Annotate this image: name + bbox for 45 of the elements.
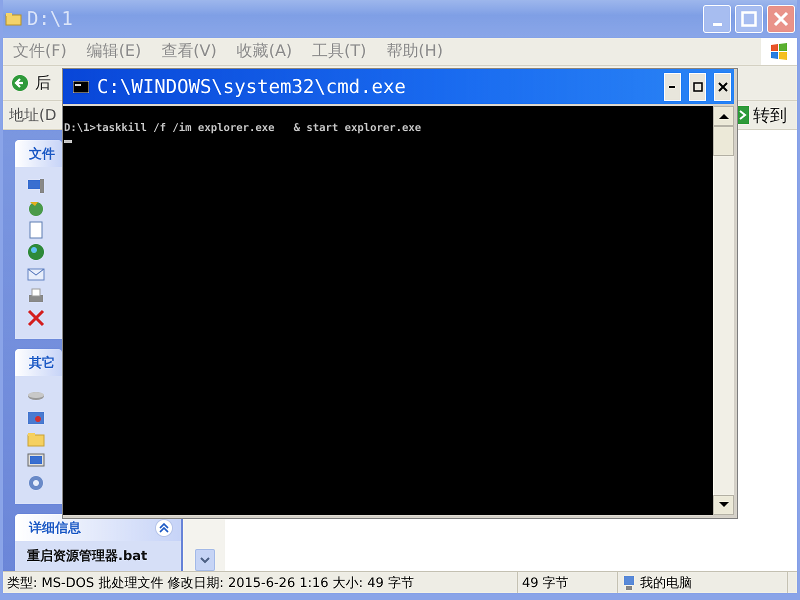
address-label: 地址(D [9,106,56,124]
flag-logo-icon [769,42,789,62]
minimize-icon [712,22,722,26]
console-line: D:\1>taskkill /f /im explorer.exe & start explorer.exe [64,122,422,134]
panel-title: 其它 [29,354,55,372]
minimize-icon [668,84,676,88]
go-button[interactable]: 转到 [737,104,797,126]
status-text: 49 字节 [518,572,618,593]
menu-item[interactable]: 编辑(E) [86,41,142,62]
collapse-chevron-icon[interactable] [155,518,173,536]
close-icon [718,82,728,92]
menu-item[interactable]: 收藏(A) [236,41,292,62]
status-text: 我的电脑 [618,572,788,593]
scroll-down-icon[interactable] [718,502,728,508]
file-name: 重启资源管理器.bat [27,548,148,565]
maximize-button[interactable] [689,72,706,100]
panel-header[interactable]: 其它 [15,349,62,376]
close-icon [773,11,789,27]
panel-title: 详细信息 [29,520,81,536]
computer-icon [622,574,636,590]
window-title: D:\1 [27,8,74,30]
menu-item[interactable]: 帮助(H) [386,41,443,62]
chevron-down-icon [200,556,210,564]
menu-item[interactable]: 文件(F) [13,41,67,62]
menu-item[interactable]: 查看(V) [161,41,217,62]
monitor-icon [27,177,45,195]
panel-header[interactable]: 文件 [15,140,62,167]
document-icon [27,221,45,239]
maximize-icon [692,82,702,92]
delete-icon [27,309,45,327]
scroll-thumb[interactable] [713,126,734,156]
scroll-up-icon[interactable] [718,113,728,119]
status-text: 类型: MS-DOS 批处理文件 修改日期: 2015-6-26 1:16 大小: 49 字节 [3,572,518,593]
globe-icon [27,243,45,261]
panel-title: 文件 [29,146,55,162]
scroll-down-button[interactable] [195,549,215,571]
console-title: C:\WINDOWS\system32\cmd.exe [97,76,407,98]
vertical-scrollbar[interactable] [713,106,734,515]
printer-icon [27,287,45,305]
close-button[interactable] [714,72,731,100]
menu-item[interactable]: 工具(T) [312,41,366,62]
console-icon [73,80,89,92]
maximize-icon [741,11,757,27]
back-button[interactable]: 后 [35,72,51,94]
minimize-button[interactable] [664,72,681,100]
